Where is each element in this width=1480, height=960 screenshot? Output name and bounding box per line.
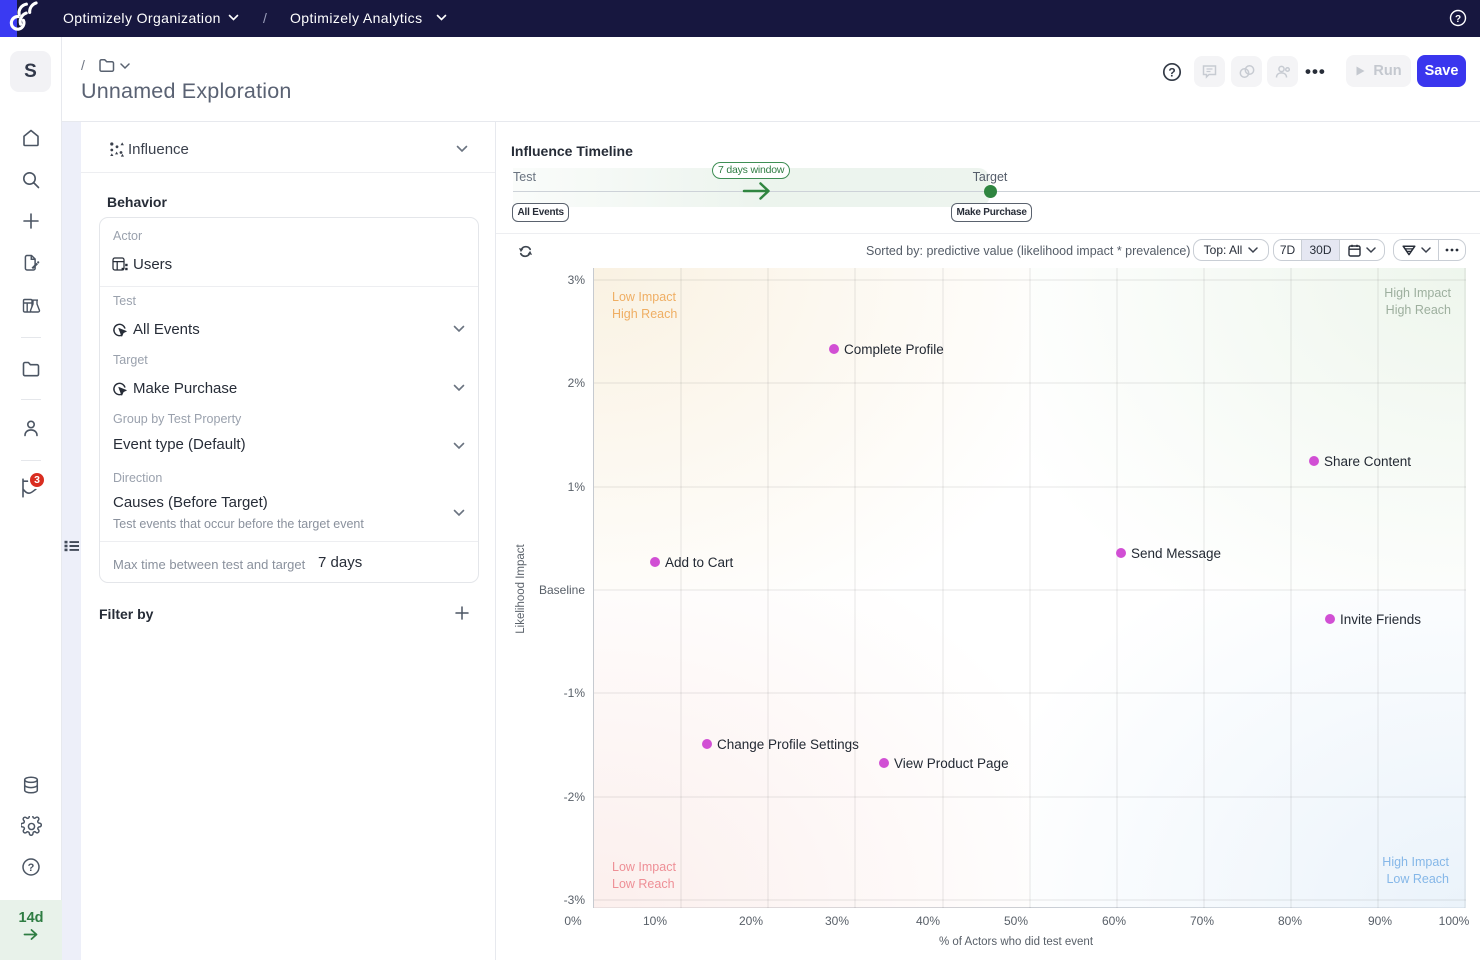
svg-text:?: ? — [28, 862, 35, 874]
svg-text:?: ? — [1168, 66, 1175, 80]
svg-text:?: ? — [1455, 14, 1461, 25]
